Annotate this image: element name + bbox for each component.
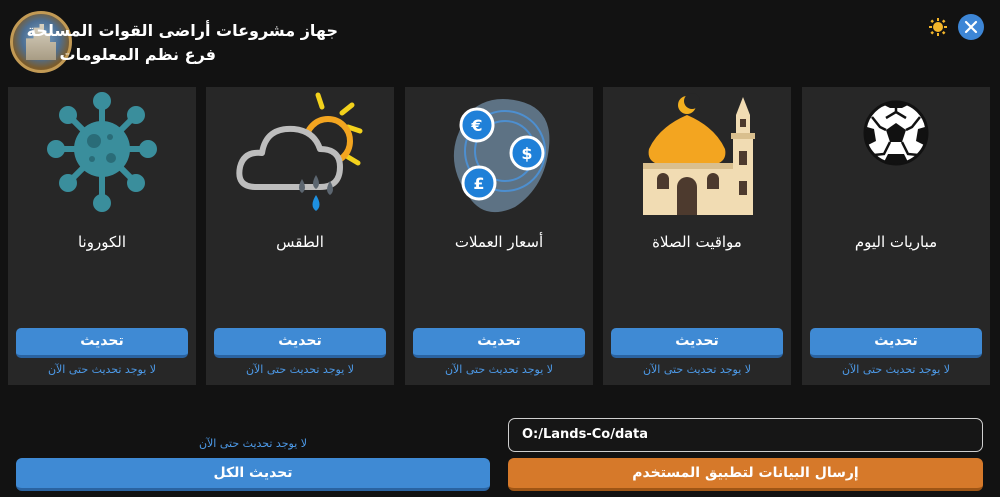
card-label: الطقس: [276, 233, 324, 251]
football-icon: [832, 87, 960, 221]
update-status: لا يوجد تحديث حتى الآن: [47, 363, 157, 376]
coronavirus-icon: [38, 87, 166, 221]
update-prayer-times-button[interactable]: تحديث: [611, 328, 783, 358]
app-title: جهاز مشروعات أراضى القوات المسلحة: [26, 21, 338, 40]
update-status: لا يوجد تحديث حتى الآن: [642, 363, 752, 376]
card-matches: مباريات اليوم تحديث لا يوجد تحديث حتى ال…: [802, 87, 990, 385]
close-icon: [964, 20, 978, 34]
update-all-button[interactable]: تحديث الكل: [16, 458, 490, 491]
send-data-button[interactable]: إرسال البيانات لتطبيق المستخدم: [508, 458, 983, 491]
update-status: لا يوجد تحديث حتى الآن: [444, 363, 554, 376]
card-corona: الكورونا تحديث لا يوجد تحديث حتى الآن: [8, 87, 196, 385]
app-header: جهاز مشروعات أراضى القوات المسلحة فرع نظ…: [0, 0, 1000, 85]
card-weather: الطقس تحديث لا يوجد تحديث حتى الآن: [206, 87, 394, 385]
update-status: لا يوجد تحديث حتى الآن: [841, 363, 951, 376]
card-prayer-times: مواقيت الصلاة تحديث لا يوجد تحديث حتى ال…: [603, 87, 791, 385]
svg-text:€: €: [470, 116, 482, 135]
card-label: مواقيت الصلاة: [652, 233, 742, 251]
theme-toggle-sun-icon[interactable]: [929, 18, 947, 36]
svg-text:£: £: [473, 174, 484, 193]
close-button[interactable]: [958, 14, 984, 40]
card-currency: € $ £ أسعار العملات تحديث لا يوجد تحديث …: [405, 87, 593, 385]
weather-icon: [236, 87, 364, 221]
data-path-input[interactable]: O:/Lands-Co/data: [508, 418, 983, 452]
mosque-icon: [633, 87, 761, 221]
card-label: الكورونا: [77, 233, 126, 251]
update-corona-button[interactable]: تحديث: [16, 328, 188, 358]
update-weather-button[interactable]: تحديث: [214, 328, 386, 358]
svg-text:$: $: [521, 144, 532, 163]
card-label: أسعار العملات: [454, 233, 544, 251]
update-all-status: لا يوجد تحديث حتى الآن: [198, 437, 308, 450]
card-label: مباريات اليوم: [854, 233, 938, 251]
update-currency-button[interactable]: تحديث: [413, 328, 585, 358]
app-subtitle: فرع نظم المعلومات: [59, 45, 216, 64]
update-status: لا يوجد تحديث حتى الآن: [245, 363, 355, 376]
update-matches-button[interactable]: تحديث: [810, 328, 982, 358]
currency-icon: € $ £: [435, 87, 563, 221]
